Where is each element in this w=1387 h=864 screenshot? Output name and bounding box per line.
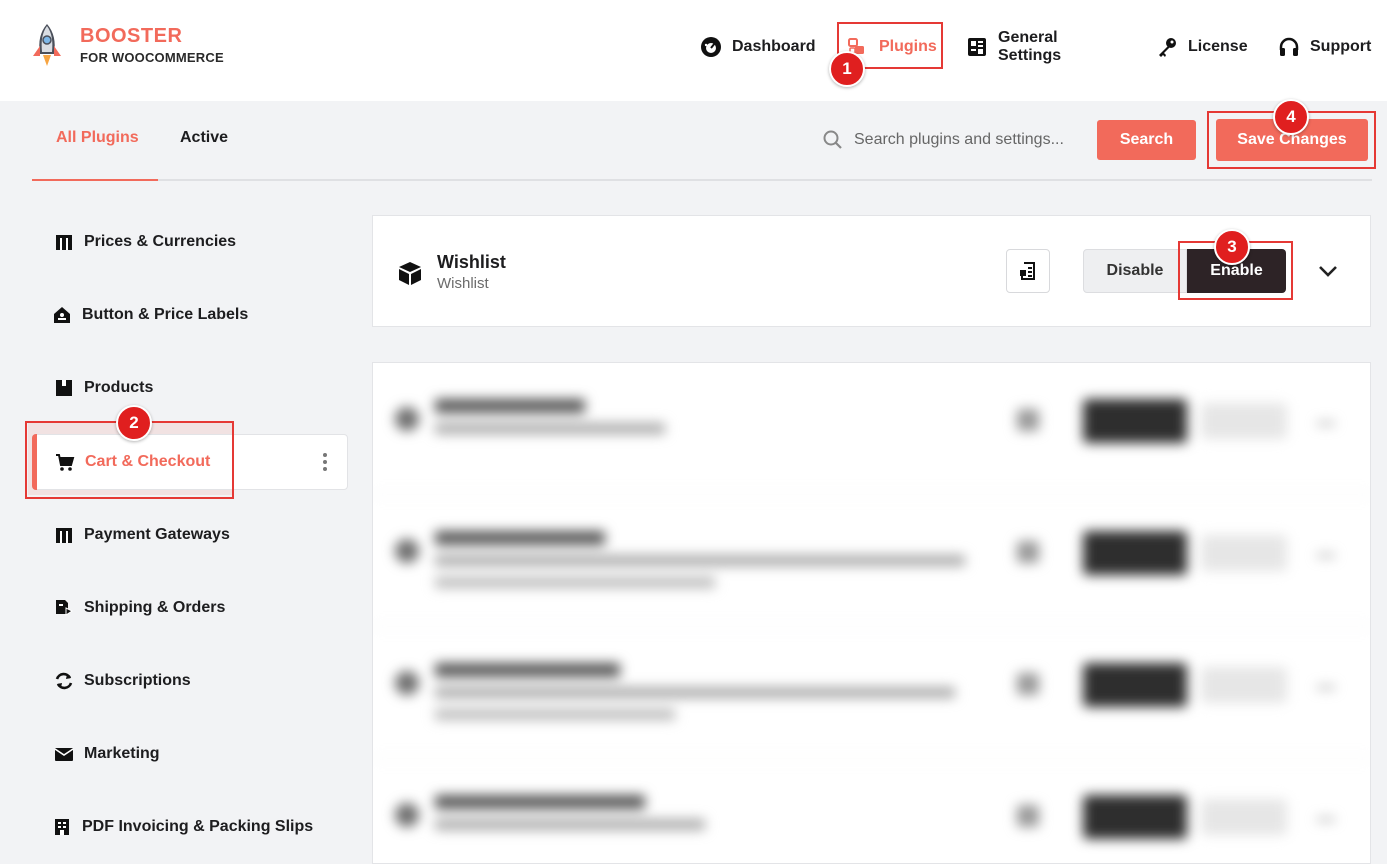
sidebar-item-shipping-orders[interactable]: Shipping & Orders <box>32 580 348 636</box>
sidebar-item-label: Marketing <box>84 745 160 762</box>
rocket-icon <box>33 24 61 66</box>
nav-label: Dashboard <box>732 38 816 55</box>
sidebar-item-products[interactable]: Products <box>32 360 348 416</box>
sidebar-item-label: Payment Gateways <box>84 526 230 543</box>
sidebar-item-label: PDF Invoicing & Packing Slips <box>82 818 314 835</box>
blurred-plugin-row <box>373 363 1370 495</box>
blurred-plugin-row <box>373 627 1370 759</box>
search-input[interactable] <box>854 131 1084 149</box>
tab-all-plugins[interactable]: All Plugins <box>56 129 139 147</box>
sidebar-item-label: Button & Price Labels <box>82 306 249 323</box>
nav-label: General Settings <box>998 29 1062 64</box>
settings-grid-icon <box>966 36 988 58</box>
top-header: BOOSTER FOR WOOCOMMERCE Dashboard Plugin… <box>0 0 1387 101</box>
booster-logo[interactable]: BOOSTER FOR WOOCOMMERCE <box>30 20 250 70</box>
step-badge-3: 3 <box>1214 229 1250 265</box>
document-icon <box>1020 262 1035 280</box>
nav-support[interactable]: Support <box>1278 32 1371 62</box>
refresh-icon <box>54 671 74 691</box>
nav-label: License <box>1188 38 1248 55</box>
payment-icon <box>54 525 74 545</box>
search-button[interactable]: Search <box>1097 120 1196 160</box>
more-options-icon[interactable] <box>323 453 327 471</box>
nav-dashboard[interactable]: Dashboard <box>700 32 816 62</box>
sidebar-item-payment-gateways[interactable]: Payment Gateways <box>32 507 348 563</box>
plugin-cube-icon <box>399 262 421 285</box>
disable-button[interactable]: Disable <box>1083 249 1187 293</box>
search-icon <box>823 130 842 149</box>
sidebar-item-label: Products <box>84 379 154 396</box>
documentation-button[interactable] <box>1006 249 1050 293</box>
sidebar-item-pdf-invoicing[interactable]: PDF Invoicing & Packing Slips <box>32 799 348 855</box>
sidebar-item-subscriptions[interactable]: Subscriptions <box>32 653 348 709</box>
box-icon <box>54 378 74 398</box>
plugin-title: Wishlist <box>437 252 506 272</box>
step-badge-2: 2 <box>116 405 152 441</box>
sidebar-item-button-price-labels[interactable]: Button & Price Labels <box>32 287 348 343</box>
nav-license[interactable]: License <box>1156 32 1248 62</box>
sidebar-item-label: Subscriptions <box>84 672 191 689</box>
search-box <box>822 127 1084 153</box>
active-tab-indicator <box>32 179 158 181</box>
brand-name: BOOSTER <box>80 25 183 47</box>
dashboard-gauge-icon <box>700 36 722 58</box>
plugin-subtitle: Wishlist <box>437 275 489 292</box>
sidebar-item-label: Prices & Currencies <box>84 233 237 250</box>
mail-icon <box>54 744 74 764</box>
key-icon <box>1156 36 1178 58</box>
headphones-icon <box>1278 36 1300 58</box>
label-icon <box>52 305 72 325</box>
blurred-plugin-row <box>373 495 1370 627</box>
step-badge-1: 1 <box>829 51 865 87</box>
nav-label: Support <box>1310 38 1372 55</box>
pricetag-icon <box>54 232 74 252</box>
invoice-icon <box>52 817 72 837</box>
chevron-down-icon[interactable] <box>1317 262 1339 280</box>
tab-active[interactable]: Active <box>180 129 228 147</box>
blurred-plugin-row <box>373 759 1370 863</box>
blurred-plugin-list <box>372 362 1371 864</box>
brand-tagline: FOR WOOCOMMERCE <box>80 50 224 65</box>
shipping-icon <box>54 598 74 618</box>
nav-general-settings[interactable]: General Settings <box>966 29 1062 64</box>
sidebar-item-label: Shipping & Orders <box>84 599 226 616</box>
sidebar-item-marketing[interactable]: Marketing <box>32 726 348 782</box>
sidebar-item-prices-currencies[interactable]: Prices & Currencies <box>32 214 348 270</box>
step-badge-4: 4 <box>1273 99 1309 135</box>
